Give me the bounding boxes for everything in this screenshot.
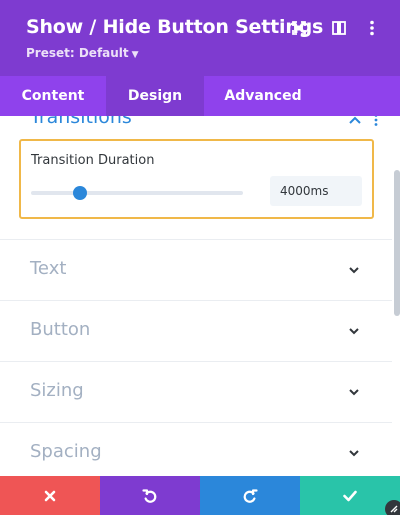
toggle-label: Button — [30, 319, 91, 340]
preset-label: Preset: Default — [26, 46, 129, 60]
undo-button[interactable] — [100, 476, 200, 515]
duration-slider-track[interactable] — [31, 186, 243, 200]
chevron-down-icon — [349, 328, 359, 335]
toggle-text[interactable]: Text — [0, 239, 392, 300]
toggle-button[interactable]: Button — [0, 300, 392, 361]
more-vertical-icon[interactable] — [362, 18, 382, 38]
panel-scrollbar[interactable] — [394, 170, 400, 316]
redo-button[interactable] — [200, 476, 300, 515]
toggle-label: Spacing — [30, 441, 102, 462]
caret-down-icon: ▼ — [131, 50, 139, 60]
tab-bar: Content Design Advanced — [0, 76, 400, 116]
preset-selector[interactable]: Preset: Default ▼ — [26, 46, 139, 60]
check-icon — [343, 490, 357, 501]
duration-input[interactable] — [270, 176, 362, 206]
toggle-sizing[interactable]: Sizing — [0, 361, 392, 422]
expand-icon[interactable] — [289, 18, 309, 38]
modal-title: Show / Hide Button Settings — [26, 16, 324, 38]
toggle-spacing[interactable]: Spacing — [0, 422, 392, 476]
chevron-down-icon — [349, 450, 359, 457]
transition-duration-control: Transition Duration — [19, 139, 374, 219]
settings-panel: Transitions Transition Duration Text But… — [0, 116, 392, 476]
chevron-down-icon — [349, 389, 359, 396]
tab-content[interactable]: Content — [0, 76, 106, 116]
section-title-transitions[interactable]: Transitions — [30, 116, 132, 128]
duration-slider-thumb[interactable] — [72, 186, 87, 200]
cancel-button[interactable] — [0, 476, 100, 515]
toggle-label: Sizing — [30, 380, 84, 401]
section-header-icons — [348, 116, 384, 131]
tab-design[interactable]: Design — [106, 76, 204, 116]
split-view-icon[interactable] — [329, 18, 349, 38]
footer-actions — [0, 476, 400, 515]
transition-duration-label: Transition Duration — [31, 153, 155, 168]
toggle-label: Text — [30, 258, 67, 279]
tab-advanced[interactable]: Advanced — [204, 76, 322, 116]
settings-header: Show / Hide Button Settings Preset: Defa… — [0, 0, 400, 76]
chevron-down-icon — [349, 267, 359, 274]
close-icon — [44, 490, 56, 501]
redo-icon — [243, 488, 258, 503]
resize-handle-icon[interactable] — [385, 500, 400, 515]
undo-icon — [142, 488, 157, 503]
